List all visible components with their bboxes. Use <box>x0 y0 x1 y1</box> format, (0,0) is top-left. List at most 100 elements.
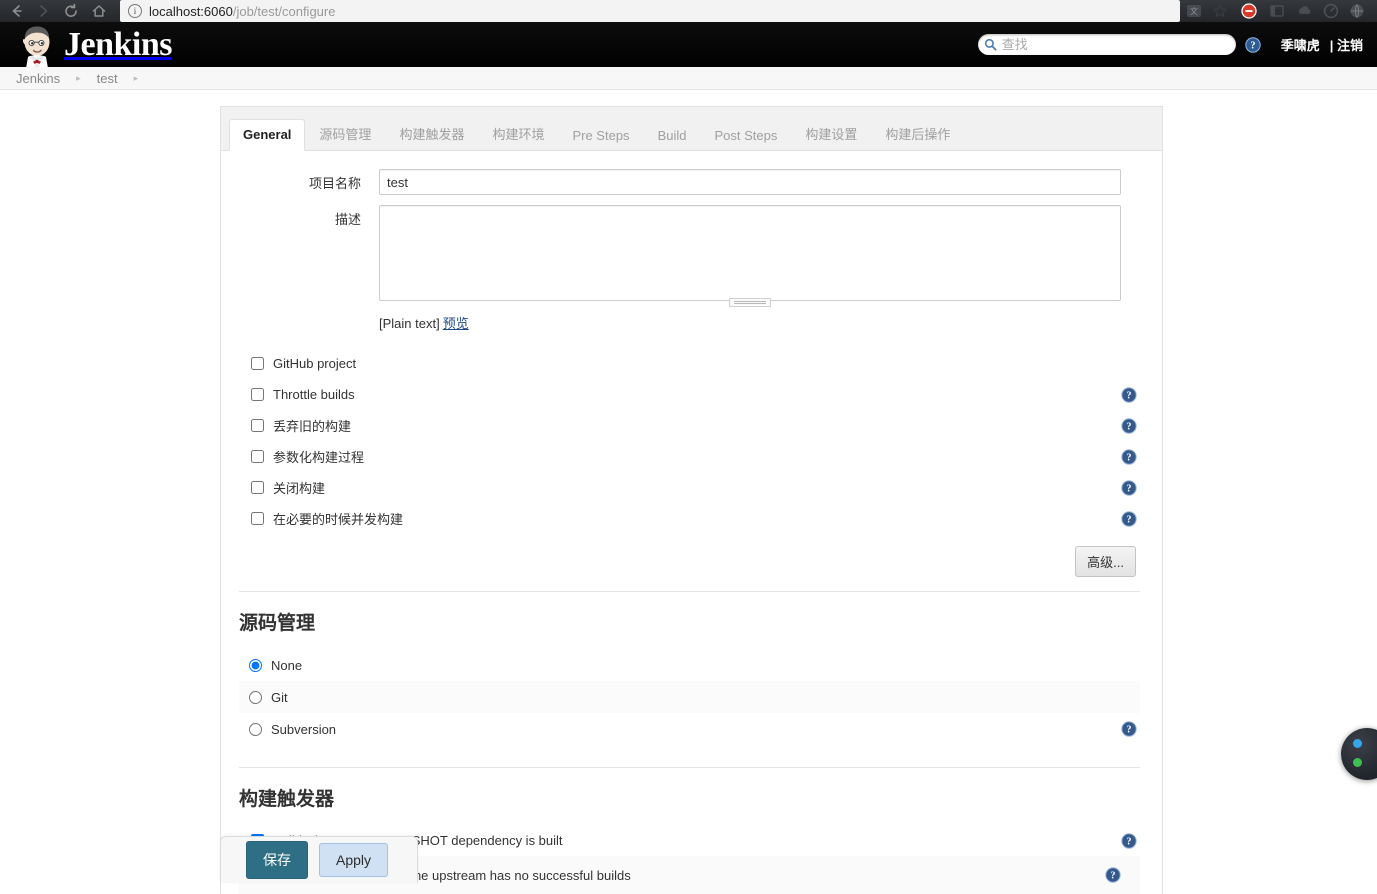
help-icon[interactable]: ? <box>1245 36 1261 53</box>
scm-section-title: 源码管理 <box>239 613 316 634</box>
help-icon[interactable]: ? <box>1121 479 1137 496</box>
floating-helper-widget[interactable] <box>1341 728 1377 780</box>
url-text: localhost:6060/job/test/configure <box>149 4 335 19</box>
description-label: 描述 <box>334 212 361 227</box>
help-icon[interactable]: ? <box>1121 386 1137 403</box>
disable-build-checkbox[interactable] <box>251 481 264 494</box>
breadcrumb-item-jenkins[interactable]: Jenkins <box>16 71 60 86</box>
logout-link[interactable]: | 注销 <box>1330 35 1363 54</box>
apply-button[interactable]: Apply <box>319 843 389 877</box>
discard-old-builds-checkbox[interactable] <box>251 419 264 432</box>
github-project-label: GitHub project <box>273 356 357 371</box>
svg-text:?: ? <box>1127 725 1132 736</box>
description-textarea[interactable] <box>379 205 1121 301</box>
advanced-button[interactable]: 高级... <box>1075 546 1136 577</box>
help-icon[interactable]: ? <box>1121 832 1137 849</box>
search-input[interactable] <box>999 36 1224 53</box>
help-icon[interactable]: ? <box>1121 417 1137 434</box>
translate-extension-icon[interactable]: 文 <box>1185 2 1203 20</box>
save-button-bar: 保存 Apply <box>220 836 418 883</box>
svg-text:?: ? <box>1127 421 1132 432</box>
cloud-extension-icon[interactable] <box>1296 2 1314 20</box>
disable-build-label: 关闭构建 <box>273 481 326 496</box>
adblock-extension-icon[interactable] <box>1240 2 1258 20</box>
scm-option-git[interactable]: Git <box>239 681 1140 713</box>
svg-text:?: ? <box>1127 483 1132 494</box>
description-row: 描述 [Plain text] 预览 <box>239 205 1140 332</box>
section-divider <box>239 591 1140 592</box>
bookmark-star-icon[interactable] <box>1211 2 1229 20</box>
project-name-label: 项目名称 <box>308 176 361 191</box>
svg-text:?: ? <box>1127 514 1132 525</box>
svg-text:?: ? <box>1127 836 1132 847</box>
description-footer: [Plain text] 预览 <box>379 313 1140 332</box>
general-options-list: GitHub project Throttle builds ? 丢弃旧的构建 … <box>239 348 1140 534</box>
scm-option-subversion[interactable]: Subversion ? <box>239 713 1140 745</box>
search-icon <box>984 38 997 51</box>
github-project-checkbox[interactable] <box>251 357 264 370</box>
breadcrumb-item-test[interactable]: test <box>97 71 118 86</box>
widget-blue-dot-icon <box>1353 739 1362 748</box>
scm-none-radio[interactable] <box>249 658 262 672</box>
tab-general[interactable]: General <box>229 119 306 151</box>
option-throttle-builds[interactable]: Throttle builds ? <box>239 379 1140 410</box>
help-icon[interactable]: ? <box>1121 721 1137 737</box>
project-name-input[interactable] <box>379 169 1121 195</box>
svg-text:?: ? <box>1127 452 1132 463</box>
sidebar-extension-icon[interactable] <box>1268 2 1286 20</box>
textarea-resize-handle[interactable] <box>729 298 771 307</box>
header-right-group: ? 季啸虎 | 注销 <box>977 22 1363 67</box>
concurrent-builds-checkbox[interactable] <box>251 512 264 525</box>
help-icon[interactable]: ? <box>1105 867 1121 883</box>
tab-pre-steps[interactable]: Pre Steps <box>558 120 643 151</box>
tab-build-environment[interactable]: 构建环境 <box>478 116 558 151</box>
speedometer-extension-icon[interactable] <box>1322 2 1340 20</box>
option-parameterized-build[interactable]: 参数化构建过程 ? <box>239 441 1140 472</box>
tab-post-build-actions[interactable]: 构建后操作 <box>871 116 964 151</box>
home-icon[interactable] <box>90 2 108 20</box>
scm-subversion-label: Subversion <box>271 721 337 737</box>
option-github-project[interactable]: GitHub project <box>239 348 1140 379</box>
jenkins-wordmark: Jenkins <box>64 25 173 63</box>
svg-text:?: ? <box>1250 40 1255 51</box>
project-name-row: 项目名称 <box>239 169 1140 195</box>
tab-build-triggers[interactable]: 构建触发器 <box>385 116 478 151</box>
browser-chrome: i localhost:6060/job/test/configure 文 <box>0 0 1377 22</box>
help-icon[interactable]: ? <box>1121 510 1137 527</box>
scm-git-label: Git <box>271 689 288 705</box>
tab-post-steps[interactable]: Post Steps <box>700 120 791 151</box>
tab-scm[interactable]: 源码管理 <box>305 116 385 151</box>
jenkins-home-link[interactable]: Jenkins <box>16 22 173 74</box>
option-discard-old-builds[interactable]: 丢弃旧的构建 ? <box>239 410 1140 441</box>
widget-green-dot-icon <box>1353 758 1362 767</box>
discard-old-builds-label: 丢弃旧的构建 <box>273 419 352 434</box>
scm-option-none[interactable]: None <box>239 649 1140 681</box>
tab-build[interactable]: Build <box>644 120 701 151</box>
option-disable-build[interactable]: 关闭构建 ? <box>239 472 1140 503</box>
option-concurrent-builds[interactable]: 在必要的时候并发构建 ? <box>239 503 1140 534</box>
throttle-builds-checkbox[interactable] <box>251 388 264 401</box>
url-bar[interactable]: i localhost:6060/job/test/configure <box>120 0 1180 22</box>
search-box[interactable] <box>977 34 1236 55</box>
url-host: localhost:6060 <box>149 3 233 19</box>
parameterized-build-checkbox[interactable] <box>251 450 264 463</box>
preview-link[interactable]: 预览 <box>443 316 469 331</box>
user-name-label[interactable]: 季啸虎 <box>1281 35 1320 54</box>
breadcrumb-separator-icon: ▸ <box>76 72 81 83</box>
reload-icon[interactable] <box>62 2 80 20</box>
breadcrumb: Jenkins ▸ test ▸ <box>0 67 1377 90</box>
scm-subversion-radio[interactable] <box>249 722 262 736</box>
globe-extension-icon[interactable] <box>1348 2 1366 20</box>
help-icon[interactable]: ? <box>1121 448 1137 465</box>
site-info-icon[interactable]: i <box>128 4 142 18</box>
back-arrow-icon[interactable] <box>8 2 26 20</box>
save-button[interactable]: 保存 <box>246 841 308 879</box>
tab-build-settings[interactable]: 构建设置 <box>791 116 871 151</box>
scm-git-radio[interactable] <box>249 690 262 704</box>
parameterized-build-label: 参数化构建过程 <box>273 450 365 465</box>
section-divider <box>239 767 1140 768</box>
advanced-row: 高级... <box>239 534 1140 591</box>
svg-text:?: ? <box>1111 871 1116 882</box>
configure-panel: General 源码管理 构建触发器 构建环境 Pre Steps Build … <box>220 106 1163 894</box>
concurrent-builds-label: 在必要的时候并发构建 <box>273 512 404 527</box>
